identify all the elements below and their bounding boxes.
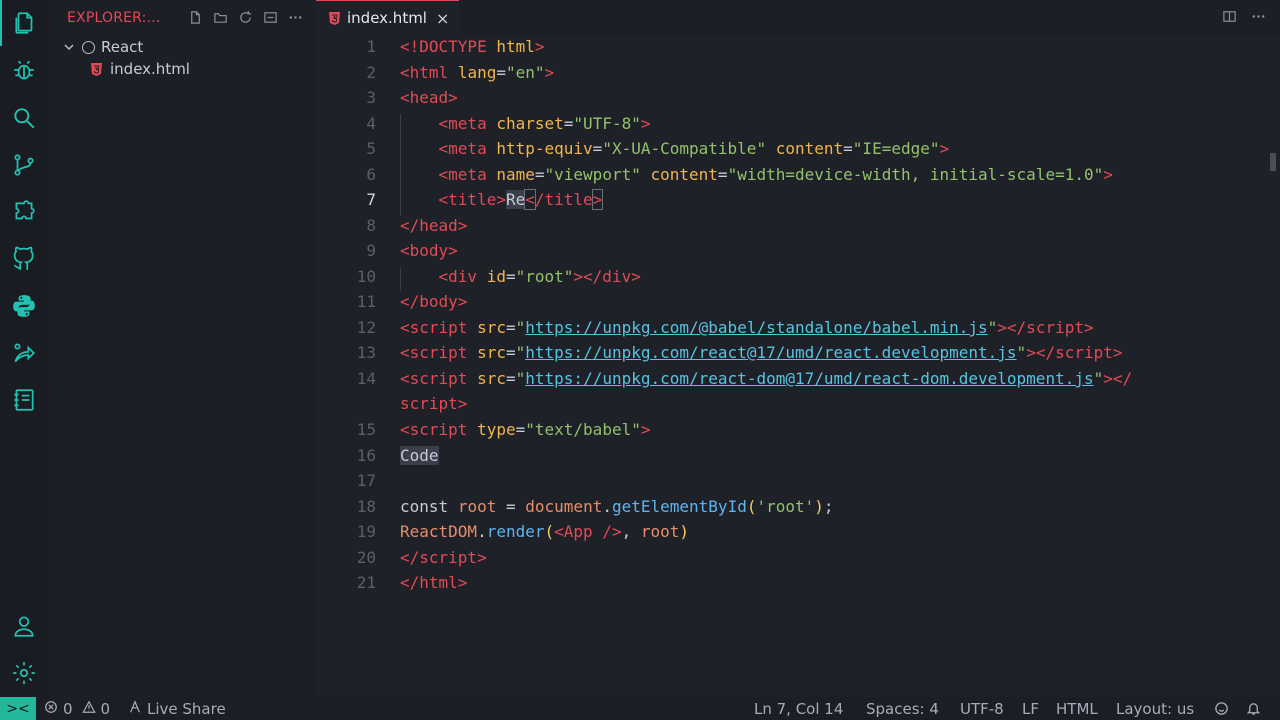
line-number: 6: [366, 165, 376, 184]
line-number: 1: [366, 37, 376, 56]
code-line: <meta name="viewport" content="width=dev…: [438, 165, 1113, 184]
refresh-icon[interactable]: [237, 9, 254, 26]
split-editor-icon[interactable]: [1222, 9, 1237, 28]
explorer-title: EXPLORER:...: [67, 9, 161, 26]
line-number: 17: [356, 471, 376, 490]
file-label: index.html: [110, 60, 190, 78]
code-line: <body>: [400, 241, 458, 260]
notebook-icon[interactable]: [0, 377, 48, 423]
code-line: <!DOCTYPE html>: [400, 37, 545, 56]
status-bar: >< 0 0 Live Share Ln 7, Col 14 Spaces: 4…: [0, 697, 1280, 720]
keyboard-layout[interactable]: Layout: us: [1116, 697, 1194, 720]
line-number: 4: [366, 114, 376, 133]
chevron-down-icon: [63, 41, 75, 53]
remote-indicator[interactable]: ><: [0, 697, 36, 720]
line-number: 2: [366, 63, 376, 82]
tab-label: index.html: [347, 9, 427, 27]
code-line: <meta charset="UTF-8">: [438, 114, 651, 133]
current-line-number: 7: [366, 190, 376, 209]
line-number-gutter: 1 2 3 4 5 6 7 8 9 10 11 12 13 14 15 16 1…: [316, 35, 376, 697]
debug-icon[interactable]: [0, 48, 48, 94]
editor-scrollbar[interactable]: [1270, 153, 1276, 171]
live-share-label: Live Share: [147, 699, 226, 718]
explorer-header: EXPLORER:...: [48, 0, 316, 35]
code-line: Code: [400, 446, 439, 465]
code-line: </html>: [400, 573, 468, 592]
code-line: </body>: [400, 292, 468, 311]
github-icon[interactable]: [0, 236, 48, 282]
new-folder-icon[interactable]: [212, 9, 229, 26]
line-number: 10: [356, 267, 376, 286]
python-icon[interactable]: [0, 283, 48, 329]
live-share-icon: [128, 699, 142, 718]
line-number: 16: [356, 446, 376, 465]
code-line: <script src="https://unpkg.com/react-dom…: [400, 369, 1133, 388]
indentation[interactable]: Spaces: 4: [866, 697, 939, 720]
source-control-icon[interactable]: [0, 142, 48, 188]
line-number: 5: [366, 139, 376, 158]
code-line: <html lang="en">: [400, 63, 555, 82]
line-number: 3: [366, 88, 376, 107]
file-index-html[interactable]: index.html: [48, 58, 316, 80]
line-number: 13: [356, 343, 376, 362]
line-number: 15: [356, 420, 376, 439]
line-number: 14: [356, 369, 376, 388]
encoding[interactable]: UTF-8: [960, 697, 1004, 720]
line-number: 11: [356, 292, 376, 311]
code-line: <script src="https://unpkg.com/@babel/st…: [400, 318, 1094, 337]
line-number: 8: [366, 216, 376, 235]
line-number: 19: [356, 522, 376, 541]
live-share-button[interactable]: Live Share: [128, 697, 226, 720]
settings-gear-icon[interactable]: [0, 650, 48, 696]
new-file-icon[interactable]: [187, 9, 204, 26]
error-icon: [44, 700, 58, 718]
more-actions-icon[interactable]: [287, 9, 304, 26]
code-line: ReactDOM.render(<App />, root): [400, 522, 690, 541]
close-icon[interactable]: ×: [436, 9, 449, 28]
warning-icon: [81, 699, 96, 718]
notifications-bell-icon[interactable]: [1246, 697, 1261, 720]
activity-bar: [0, 0, 48, 697]
code-line: <head>: [400, 88, 458, 107]
extensions-icon[interactable]: [0, 189, 48, 235]
explorer-sidebar: EXPLORER:... React index.html: [48, 0, 316, 697]
end-of-line[interactable]: LF: [1022, 697, 1039, 720]
feedback-icon[interactable]: [1214, 697, 1229, 720]
code-line: <meta http-equiv="X-UA-Compatible" conte…: [438, 139, 950, 158]
code-line: <script src="https://unpkg.com/react@17/…: [400, 343, 1123, 362]
line-number: 18: [356, 497, 376, 516]
folder-circle-icon: [82, 40, 95, 54]
files-icon[interactable]: [0, 0, 48, 46]
folder-react[interactable]: React: [48, 36, 316, 58]
folder-label: React: [101, 38, 144, 56]
code-line: <div id="root"></div>: [438, 267, 641, 286]
collapse-all-icon[interactable]: [262, 9, 279, 26]
code-editor[interactable]: 1 2 3 4 5 6 7 8 9 10 11 12 13 14 15 16 1…: [316, 35, 1280, 697]
code-line: </script>: [400, 548, 487, 567]
search-icon[interactable]: [0, 95, 48, 141]
tab-index-html[interactable]: index.html ×: [316, 0, 459, 35]
problems-indicator[interactable]: 0 0: [44, 697, 110, 720]
line-number: 9: [366, 241, 376, 260]
code-line: </head>: [400, 216, 468, 235]
account-icon[interactable]: [0, 603, 48, 649]
html5-icon: [329, 11, 340, 25]
error-count: 0: [63, 699, 73, 718]
code-line: const root = document.getElementById('ro…: [400, 497, 834, 516]
more-actions-icon[interactable]: [1251, 9, 1266, 28]
code-line: <script type="text/babel">: [400, 420, 651, 439]
remote-explorer-icon[interactable]: [0, 330, 48, 376]
line-number: 21: [356, 573, 376, 592]
warning-count: 0: [100, 699, 111, 718]
language-mode[interactable]: HTML: [1056, 697, 1098, 720]
cursor-position[interactable]: Ln 7, Col 14: [754, 697, 843, 720]
code-line-current: <title>Re</title>: [438, 189, 604, 210]
html5-icon: [91, 62, 102, 76]
code-line-wrap: script>: [400, 394, 468, 413]
tab-bar: index.html ×: [316, 0, 1280, 35]
line-number: 12: [356, 318, 376, 337]
code-content[interactable]: <!DOCTYPE html> <html lang="en"> <head> …: [400, 35, 1270, 697]
line-number: 20: [356, 548, 376, 567]
